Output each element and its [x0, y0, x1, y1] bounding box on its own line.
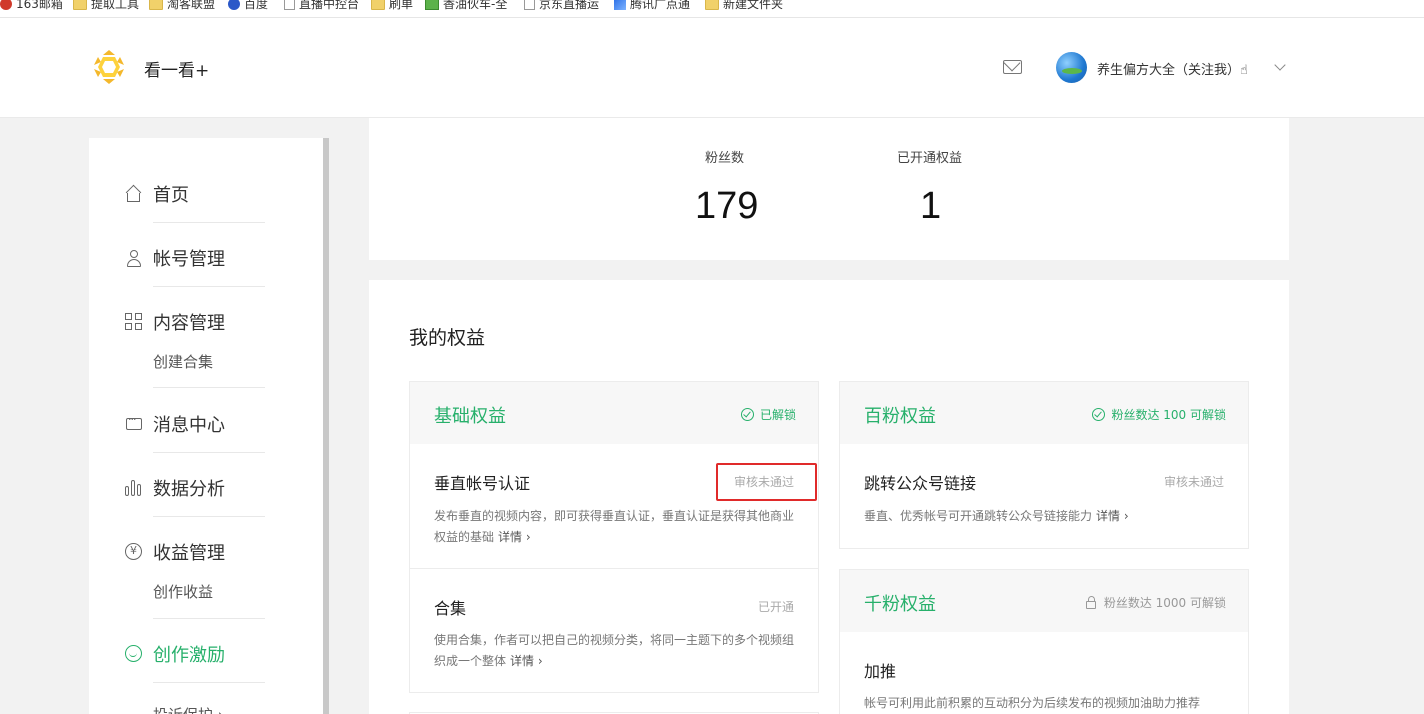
username[interactable]: 养生偏方大全（关注我）☝ — [1097, 59, 1248, 78]
check-circle-icon — [740, 408, 754, 421]
bookmark-baidu[interactable]: 百度 — [228, 0, 268, 12]
divider — [153, 222, 265, 223]
page-icon — [524, 0, 535, 10]
item-title: 垂直帐号认证 — [434, 474, 531, 493]
box-title: 千粉权益 — [864, 594, 936, 615]
divider — [410, 568, 818, 569]
item-title: 合集 — [434, 599, 467, 618]
mail-163-icon — [0, 0, 12, 10]
divider — [153, 452, 265, 453]
item-desc: 发布垂直的视频内容，即可获得垂直认证，垂直认证是获得其他商业权益的基础 详情 › — [434, 509, 795, 544]
folder-icon — [149, 0, 163, 10]
page-icon — [284, 0, 295, 10]
yen-icon: ¥ — [125, 543, 143, 561]
item-desc: 帐号可利用此前积累的互动积分为后续发布的视频加油助力推荐 — [864, 696, 1201, 710]
item-desc: 使用合集，作者可以把自己的视频分类，将同一主题下的多个视频组织成一个整体 详情 › — [434, 633, 795, 668]
unlock-condition: 粉丝数达 100 可解锁 — [1092, 406, 1226, 423]
item-title: 加推 — [864, 662, 897, 681]
baidu-icon — [228, 0, 240, 10]
unlock-condition: 粉丝数达 1000 可解锁 — [1085, 594, 1226, 611]
divider — [153, 618, 265, 619]
sidebar-item-label: 首页 — [153, 185, 189, 206]
stats-card — [369, 118, 1289, 260]
bookmark-new-folder[interactable]: 新建文件夹 — [705, 0, 783, 12]
box-title: 基础权益 — [434, 406, 506, 427]
bookmark-jd-live[interactable]: 京东直播运 — [524, 0, 599, 12]
smile-badge-icon — [125, 645, 143, 663]
bookmark-shuadan[interactable]: 刷单 — [371, 0, 413, 12]
fans-label: 粉丝数 — [705, 151, 745, 166]
sidebar-subitem-creator-income[interactable]: 创作收益 — [153, 581, 213, 602]
bar-chart-icon — [125, 479, 143, 497]
bookmark-live-console[interactable]: 直播中控台 — [284, 0, 359, 12]
bookmark-163[interactable]: 163邮箱 — [0, 0, 63, 12]
sidebar-item-content[interactable]: 内容管理 — [125, 309, 225, 335]
bookmark-tencent-ad[interactable]: 腾讯广点通 — [614, 0, 690, 12]
logo-icon[interactable] — [92, 49, 126, 85]
rights-value: 1 — [920, 185, 942, 227]
check-circle-icon — [1092, 408, 1106, 421]
grid-icon — [125, 313, 143, 331]
chevron-down-icon[interactable] — [1274, 59, 1286, 71]
sidebar-item-account[interactable]: 帐号管理 — [125, 245, 225, 271]
sidebar-subitem-create-collection[interactable]: 创建合集 — [153, 351, 213, 372]
item-desc: 垂直、优秀帐号可开通跳转公众号链接能力 详情 › — [864, 509, 1129, 523]
sidebar-scrollbar[interactable] — [323, 138, 329, 714]
box-title: 百粉权益 — [864, 406, 936, 427]
bookmarks-bar: 163邮箱 提取工具 淘客联盟 百度 直播中控台 刷单 香油伙车-全 京东直播运… — [0, 0, 1424, 18]
sidebar-subitem-complaint[interactable]: 投诉保护 › — [153, 704, 224, 714]
rights-label: 已开通权益 — [897, 151, 963, 166]
highlight-box — [716, 463, 817, 501]
divider — [153, 516, 265, 517]
divider — [153, 387, 265, 388]
item-title: 跳转公众号链接 — [864, 474, 977, 493]
sidebar-item-label: 收益管理 — [153, 543, 225, 564]
home-icon — [125, 184, 143, 203]
fans-value: 179 — [695, 185, 759, 227]
item-status: 已开通 — [758, 600, 795, 614]
sidebar-item-home[interactable]: 首页 — [125, 181, 189, 207]
sidebar-item-label: 帐号管理 — [153, 249, 225, 270]
sidebar-item-label: 数据分析 — [153, 479, 225, 500]
folder-icon — [705, 0, 719, 10]
sidebar-item-income[interactable]: ¥ 收益管理 — [125, 539, 225, 565]
user-icon — [125, 249, 143, 267]
message-icon — [125, 413, 143, 433]
mail-icon[interactable] — [1003, 60, 1022, 74]
detail-link[interactable]: 详情 › — [498, 530, 531, 544]
bookmark-tools[interactable]: 提取工具 — [73, 0, 139, 12]
folder-icon — [73, 0, 87, 10]
top-header: 看一看+ 养生偏方大全（关注我）☝ — [0, 18, 1424, 118]
avatar[interactable] — [1056, 52, 1087, 83]
sidebar-item-label: 消息中心 — [153, 415, 225, 436]
divider — [153, 682, 265, 683]
sidebar-item-messages[interactable]: 消息中心 — [125, 411, 225, 437]
bookmark-taoke[interactable]: 淘客联盟 — [149, 0, 215, 12]
sheet-icon — [425, 0, 439, 10]
detail-link[interactable]: 详情 › — [1096, 509, 1129, 523]
section-title: 我的权益 — [409, 327, 486, 349]
sidebar-item-label: 创作激励 — [153, 645, 225, 666]
sidebar-item-label: 内容管理 — [153, 313, 225, 334]
brand-name[interactable]: 看一看+ — [144, 56, 209, 81]
divider — [153, 286, 265, 287]
lock-icon — [1085, 595, 1096, 609]
sidebar-item-incentive[interactable]: 创作激励 — [125, 641, 225, 667]
sidebar-item-analytics[interactable]: 数据分析 — [125, 475, 225, 501]
bookmark-sheet[interactable]: 香油伙车-全 — [425, 0, 507, 12]
item-status: 审核未通过 — [1164, 475, 1225, 489]
detail-link[interactable]: 详情 › — [510, 654, 543, 668]
unlocked-status: 已解锁 — [740, 406, 796, 423]
tencent-icon — [614, 0, 626, 10]
folder-icon — [371, 0, 385, 10]
